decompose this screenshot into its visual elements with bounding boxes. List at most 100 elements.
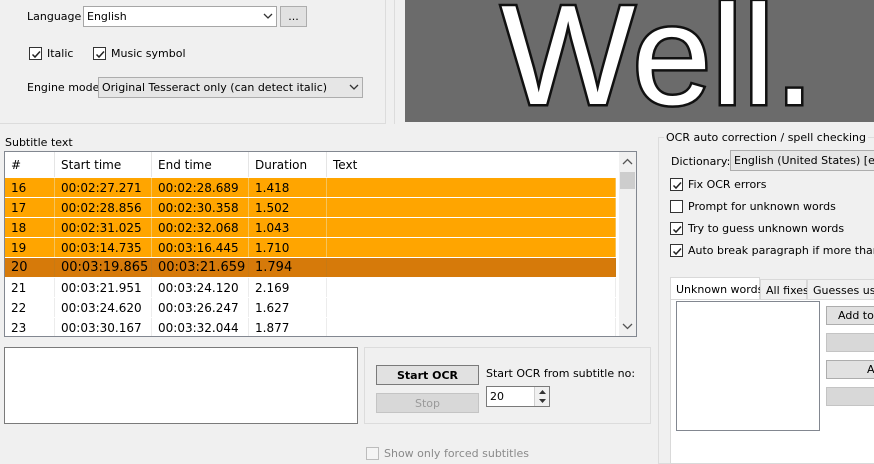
table-row[interactable]: 18 00:02:31.025 00:02:32.068 1.043 xyxy=(5,218,616,238)
cell-number: 17 xyxy=(5,198,55,217)
cell-duration: 2.169 xyxy=(249,278,327,297)
autocorrect-option-checkbox[interactable]: Prompt for unknown words xyxy=(670,200,836,213)
autocorrect-option-label: Auto break paragraph if more than two xyxy=(688,244,874,257)
table-row[interactable]: 22 00:03:24.620 00:03:26.247 1.627 xyxy=(5,298,616,318)
cell-duration: 1.043 xyxy=(249,218,327,237)
start-from-value[interactable]: 20 xyxy=(490,390,504,403)
autocorrect-label: OCR auto correction / spell checking xyxy=(664,131,869,144)
start-ocr-button[interactable]: Start OCR xyxy=(376,365,479,385)
cell-end-time: 00:03:32.044 xyxy=(152,318,249,336)
engine-mode-select[interactable]: Original Tesseract only (can detect ital… xyxy=(98,77,363,98)
table-row[interactable]: 17 00:02:28.856 00:02:30.358 1.502 xyxy=(5,198,616,218)
preview-text-graphic: Well. xyxy=(499,0,817,122)
cell-start-time: 00:03:19.865 xyxy=(55,258,152,277)
column-header-duration[interactable]: Duration xyxy=(249,152,327,177)
autocorrect-option-checkbox[interactable]: Auto break paragraph if more than two xyxy=(670,244,874,257)
tab-guesses-used[interactable]: Guesses use xyxy=(807,279,874,300)
action-button-2[interactable] xyxy=(826,333,874,352)
ocr-text-box[interactable] xyxy=(4,347,358,424)
cell-start-time: 00:02:28.856 xyxy=(55,198,152,217)
cell-text xyxy=(327,218,616,237)
cell-number: 16 xyxy=(5,178,55,197)
autocorrect-option-label: Prompt for unknown words xyxy=(688,200,836,213)
italic-checkbox[interactable]: Italic xyxy=(29,47,73,60)
cell-duration: 1.418 xyxy=(249,178,327,197)
cell-text xyxy=(327,198,616,217)
autocorrect-tabs: Unknown words All fixes Guesses use xyxy=(670,277,874,301)
column-header-number[interactable]: # xyxy=(5,152,55,177)
cell-duration: 1.794 xyxy=(249,258,327,277)
table-row[interactable]: 20 00:03:19.865 00:03:21.659 1.794 xyxy=(5,258,616,278)
column-header-end-time[interactable]: End time xyxy=(152,152,249,177)
cell-duration: 1.710 xyxy=(249,238,327,257)
table-scrollbar[interactable] xyxy=(619,152,636,336)
cell-start-time: 00:03:14.735 xyxy=(55,238,152,257)
italic-label: Italic xyxy=(47,47,74,60)
checkmark-icon xyxy=(672,181,682,190)
action-button-3[interactable]: A xyxy=(826,360,874,379)
start-from-stepper[interactable]: 20 xyxy=(486,386,550,407)
spin-down-icon[interactable] xyxy=(535,397,550,406)
cell-start-time: 00:03:30.167 xyxy=(55,318,152,336)
cell-number: 23 xyxy=(5,318,55,336)
tab-unknown-words[interactable]: Unknown words xyxy=(670,277,763,300)
cell-text xyxy=(327,318,616,336)
panel-divider xyxy=(394,0,395,124)
language-value: English xyxy=(87,10,127,23)
unknown-words-list[interactable] xyxy=(676,301,820,431)
cell-number: 19 xyxy=(5,238,55,257)
dictionary-select[interactable]: English (United States) [en_U xyxy=(730,150,874,171)
preview-text: Well. xyxy=(501,0,814,122)
spin-up-icon[interactable] xyxy=(535,387,550,396)
tab-all-fixes[interactable]: All fixes xyxy=(760,279,809,300)
cell-duration: 1.627 xyxy=(249,298,327,317)
italic-checkbox-box[interactable] xyxy=(29,47,42,60)
autocorrect-option-checkbox[interactable]: Try to guess unknown words xyxy=(670,222,844,235)
stop-button[interactable]: Stop xyxy=(376,393,479,413)
music-symbol-checkbox[interactable]: Music symbol xyxy=(93,47,186,60)
checkmark-icon xyxy=(672,225,682,234)
browse-button[interactable]: ... xyxy=(280,6,307,27)
engine-mode-label: Engine mode xyxy=(27,81,100,94)
cell-text xyxy=(327,278,616,297)
forced-subtitles-checkbox[interactable]: Show only forced subtitles xyxy=(366,447,529,460)
cell-end-time: 00:03:16.445 xyxy=(152,238,249,257)
table-row[interactable]: 16 00:02:27.271 00:02:28.689 1.418 xyxy=(5,178,616,198)
autocorrect-option-label: Fix OCR errors xyxy=(688,178,767,191)
autocorrect-option-box[interactable] xyxy=(670,178,683,191)
scroll-down-icon[interactable] xyxy=(619,317,636,334)
action-button-4[interactable] xyxy=(826,387,874,406)
column-header-start-time[interactable]: Start time xyxy=(55,152,152,177)
scroll-thumb[interactable] xyxy=(620,172,635,189)
chevron-down-icon xyxy=(349,84,359,90)
checkmark-icon xyxy=(672,247,682,256)
forced-subtitles-checkbox-box[interactable] xyxy=(366,447,379,460)
music-symbol-checkbox-box[interactable] xyxy=(93,47,106,60)
dictionary-label: Dictionary: xyxy=(671,155,731,168)
table-row[interactable]: 23 00:03:30.167 00:03:32.044 1.877 xyxy=(5,318,616,336)
language-select[interactable]: English xyxy=(83,6,277,27)
cell-text xyxy=(327,238,616,257)
cell-text xyxy=(327,178,616,197)
cell-start-time: 00:02:27.271 xyxy=(55,178,152,197)
cell-start-time: 00:02:31.025 xyxy=(55,218,152,237)
autocorrect-option-box[interactable] xyxy=(670,244,683,257)
table-row[interactable]: 21 00:03:21.951 00:03:24.120 2.169 xyxy=(5,278,616,298)
column-header-text[interactable]: Text xyxy=(327,152,616,177)
subtitle-text-label: Subtitle text xyxy=(5,136,73,149)
cell-duration: 1.877 xyxy=(249,318,327,336)
table-row[interactable]: 19 00:03:14.735 00:03:16.445 1.710 xyxy=(5,238,616,258)
cell-text xyxy=(327,298,616,317)
autocorrect-option-box[interactable] xyxy=(670,222,683,235)
add-to-names-button[interactable]: Add to n xyxy=(826,306,874,325)
scroll-up-icon[interactable] xyxy=(619,154,636,171)
cell-end-time: 00:03:26.247 xyxy=(152,298,249,317)
cell-end-time: 00:02:28.689 xyxy=(152,178,249,197)
checkmark-icon xyxy=(31,50,41,59)
subtitle-table[interactable]: # Start time End time Duration Text 16 00… xyxy=(4,151,637,337)
autocorrect-option-box[interactable] xyxy=(670,200,683,213)
cell-start-time: 00:03:24.620 xyxy=(55,298,152,317)
cell-end-time: 00:02:30.358 xyxy=(152,198,249,217)
autocorrect-option-checkbox[interactable]: Fix OCR errors xyxy=(670,178,766,191)
cell-duration: 1.502 xyxy=(249,198,327,217)
